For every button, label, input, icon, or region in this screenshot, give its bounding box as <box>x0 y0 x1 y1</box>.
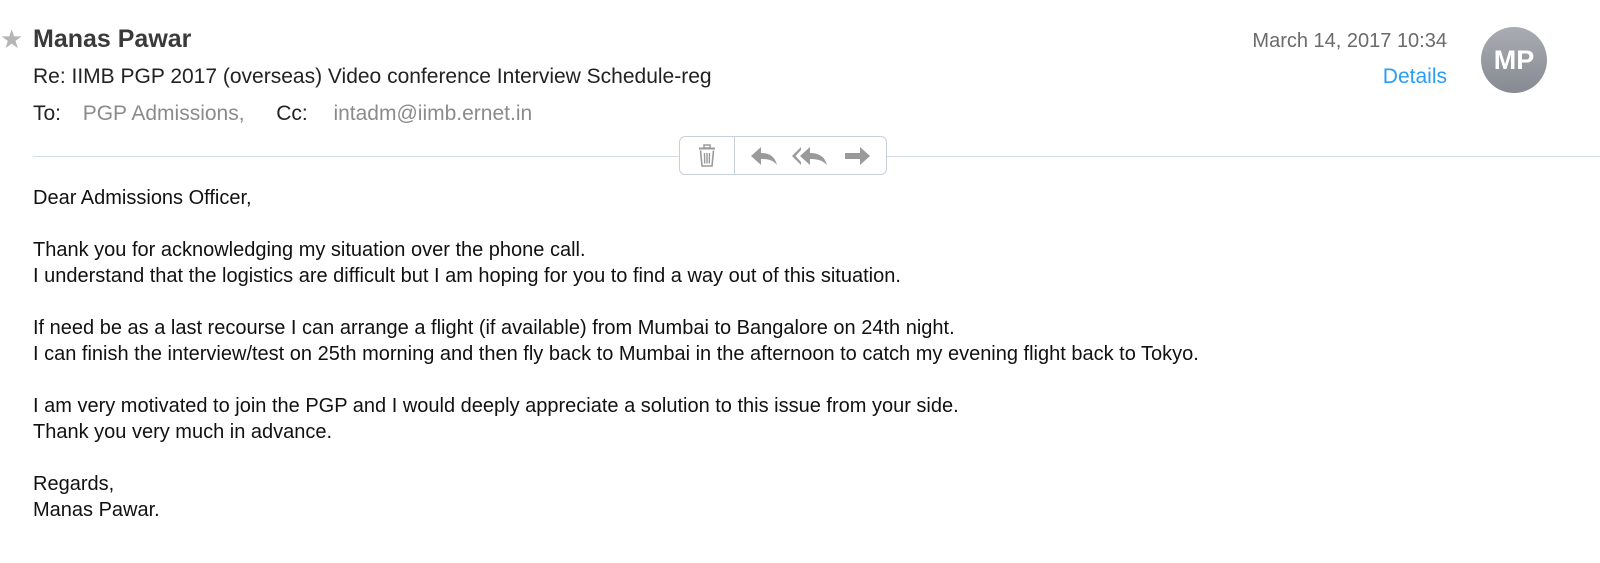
message-body: Dear Admissions Officer, Thank you for a… <box>33 185 1199 549</box>
body-line: I understand that the logistics are diff… <box>33 265 901 287</box>
sender-name: Manas Pawar <box>33 25 192 53</box>
reply-all-icon <box>792 146 828 165</box>
reply-actions <box>735 137 886 174</box>
message-date: March 14, 2017 10:34 <box>1252 30 1447 52</box>
trash-icon <box>699 143 715 167</box>
recipients-row: To: PGP Admissions, Cc: intadm@iimb.erne… <box>33 100 532 128</box>
subject-line: Re: IIMB PGP 2017 (overseas) Video confe… <box>33 65 712 88</box>
reply-button[interactable] <box>742 137 786 174</box>
email-message-view: ★ Manas Pawar Re: IIMB PGP 2017 (oversea… <box>0 0 1600 563</box>
signature-name: Manas Pawar. <box>33 499 160 521</box>
signature-closing: Regards, <box>33 473 115 495</box>
body-line: If need be as a last recourse I can arra… <box>33 317 955 339</box>
reply-icon <box>751 146 778 165</box>
avatar: MP <box>1481 27 1547 93</box>
to-label: To: <box>33 102 62 125</box>
forward-icon <box>844 146 870 165</box>
body-greeting: Dear Admissions Officer, <box>33 187 252 209</box>
reply-all-button[interactable] <box>788 137 832 174</box>
body-line: I can finish the interview/test on 25th … <box>33 343 1199 365</box>
star-icon[interactable]: ★ <box>0 24 23 54</box>
body-line: I am very motivated to join the PGP and … <box>33 395 959 417</box>
details-link[interactable]: Details <box>1383 63 1447 91</box>
message-toolbar <box>679 136 887 175</box>
to-recipient[interactable]: PGP Admissions, <box>83 102 245 125</box>
cc-label: Cc: <box>276 102 308 125</box>
forward-button[interactable] <box>835 137 879 174</box>
body-line: Thank you very much in advance. <box>33 421 333 443</box>
body-line: Thank you for acknowledging my situation… <box>33 239 586 261</box>
delete-button[interactable] <box>680 137 735 174</box>
cc-recipient[interactable]: intadm@iimb.ernet.in <box>333 102 532 125</box>
